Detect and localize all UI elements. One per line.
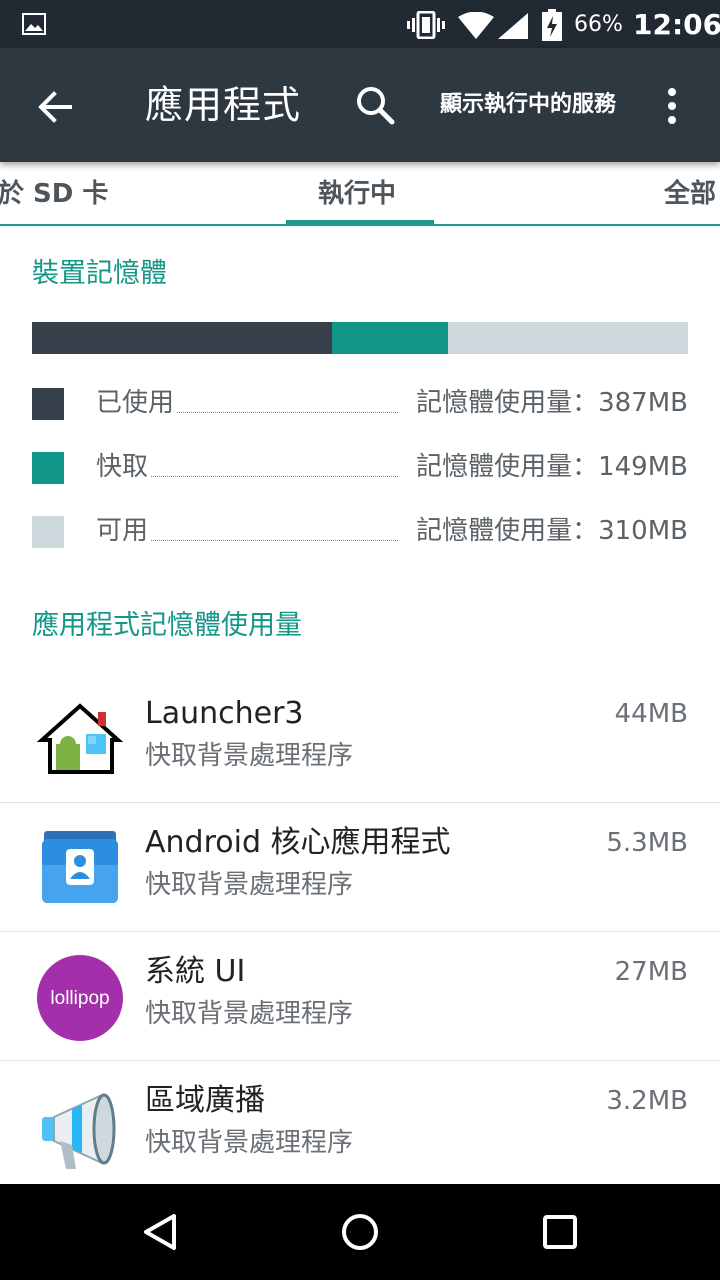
memory-usage-bar	[32, 322, 688, 354]
back-arrow-icon[interactable]	[30, 82, 80, 132]
recents-square-icon[interactable]	[536, 1208, 584, 1256]
legend-value-used: 記憶體使用量：387MB	[414, 384, 688, 422]
free-color-swatch	[32, 516, 64, 548]
app-memory-size: 27MB	[614, 957, 688, 987]
device-memory-heading: 裝置記憶體	[32, 258, 167, 289]
contacts-icon	[42, 831, 118, 903]
app-memory-heading: 應用程式記憶體使用量	[32, 610, 302, 641]
overflow-menu-icon[interactable]	[658, 84, 686, 128]
tab-running[interactable]: 執行中	[318, 176, 396, 212]
app-row-launcher3[interactable]: Launcher3 快取背景處理程序 44MB	[0, 674, 720, 803]
selected-tab-indicator	[286, 220, 434, 224]
tab-bar: 於 SD 卡 執行中 全部	[0, 162, 720, 226]
app-name: Android 核心應用程式	[145, 825, 451, 860]
legend-row-used: 已使用 記憶體使用量：387MB	[32, 384, 688, 424]
lollipop-logo-text: lollipop	[50, 988, 109, 1009]
clock: 12:06	[633, 8, 720, 41]
back-triangle-icon[interactable]	[136, 1208, 184, 1256]
cell-signal-icon	[498, 13, 528, 39]
used-color-swatch	[32, 388, 64, 420]
app-memory-size: 5.3MB	[606, 828, 688, 858]
launcher-house-icon	[36, 703, 124, 774]
app-status: 快取背景處理程序	[145, 741, 354, 771]
legend-label-used: 已使用	[96, 384, 177, 422]
app-memory-size: 3.2MB	[606, 1086, 688, 1116]
legend-row-cached: 快取 記憶體使用量：149MB	[32, 448, 688, 488]
app-name: Launcher3	[145, 696, 304, 731]
cached-color-swatch	[32, 452, 64, 484]
legend-label-cached: 快取	[96, 448, 151, 486]
legend-label-free: 可用	[96, 512, 151, 550]
app-name: 系統 UI	[145, 954, 246, 989]
app-toolbar: 應用程式 顯示執行中的服務	[0, 48, 720, 162]
app-memory-size: 44MB	[614, 699, 688, 729]
status-bar: 66% 12:06	[0, 0, 720, 48]
memory-bar-cached-segment	[332, 322, 448, 354]
search-icon[interactable]	[350, 80, 402, 132]
legend-value-free: 記憶體使用量：310MB	[414, 512, 688, 550]
megaphone-icon	[42, 1093, 116, 1169]
app-status: 快取背景處理程序	[145, 999, 354, 1029]
show-running-services-button[interactable]: 顯示執行中的服務	[440, 88, 616, 122]
app-status: 快取背景處理程序	[145, 1128, 354, 1158]
legend-row-free: 可用 記憶體使用量：310MB	[32, 512, 688, 552]
navigation-bar	[0, 1184, 720, 1280]
legend-value-cached: 記憶體使用量：149MB	[414, 448, 688, 486]
app-row-system-ui[interactable]: lollipop 系統 UI 快取背景處理程序 27MB	[0, 932, 720, 1061]
app-row-local-broadcast[interactable]: 區域廣播 快取背景處理程序 3.2MB	[0, 1061, 720, 1190]
tab-sd-card[interactable]: 於 SD 卡	[0, 176, 108, 212]
vibrate-icon	[407, 11, 445, 39]
lollipop-icon: lollipop	[37, 955, 123, 1041]
page-title: 應用程式	[145, 83, 302, 127]
tab-all[interactable]: 全部	[664, 176, 716, 212]
gallery-notification-icon	[22, 13, 46, 35]
home-circle-icon[interactable]	[336, 1208, 384, 1256]
wifi-icon	[458, 12, 494, 39]
app-name: 區域廣播	[145, 1083, 265, 1118]
battery-percentage: 66%	[574, 12, 623, 37]
memory-bar-used-segment	[32, 322, 332, 354]
app-status: 快取背景處理程序	[145, 870, 354, 900]
app-row-android-core[interactable]: Android 核心應用程式 快取背景處理程序 5.3MB	[0, 803, 720, 932]
battery-charging-icon	[542, 9, 562, 41]
